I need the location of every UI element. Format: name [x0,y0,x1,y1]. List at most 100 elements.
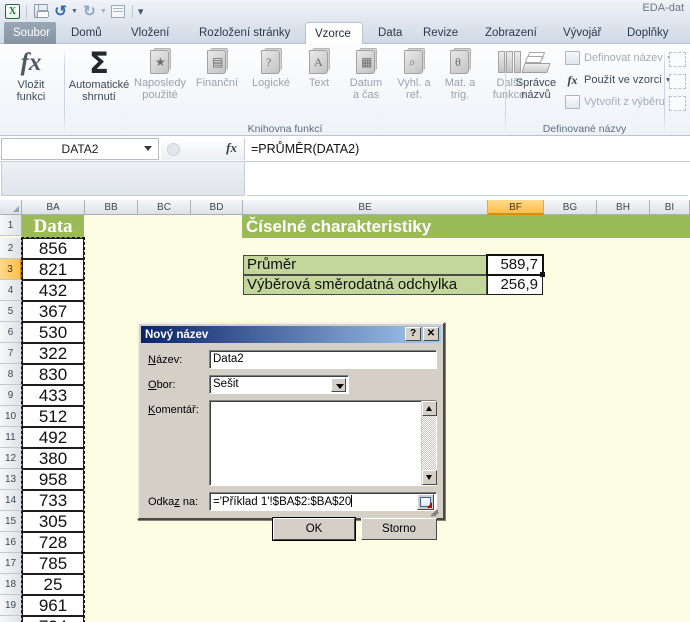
financial-button[interactable]: ▤ Finanční [190,48,244,90]
cell-BA11[interactable]: 492 [22,427,84,448]
comment-scrollbar[interactable] [421,401,437,485]
math-trig-button[interactable]: θ Mat. a trig. [438,48,482,101]
section-title-band[interactable]: Číselné charakteristiky [242,215,690,238]
resize-grip[interactable] [429,504,441,517]
text-button[interactable]: A Text [298,48,340,90]
comment-textarea[interactable] [209,400,437,486]
tab-soubor[interactable]: Soubor [4,22,56,44]
undo-dropdown-icon[interactable]: ▼ [71,8,78,15]
recently-used-button[interactable]: ★ Naposledy použité [132,48,188,101]
redo-icon[interactable]: ↻ [81,3,98,20]
row-header-17[interactable]: 17 [0,553,22,574]
cell-BA8[interactable]: 830 [22,364,84,385]
column-header-BH[interactable]: BH [597,200,650,215]
column-header-BI[interactable]: BI [650,200,690,215]
name-input[interactable]: Data2 [209,350,437,369]
cell-BA18[interactable]: 25 [22,574,84,595]
tab-doplnky[interactable]: Doplňky [618,22,678,44]
lookup-reference-button[interactable]: ⌕ Vyhl. a ref. [392,48,436,101]
refers-to-input[interactable]: ='Příklad 1'!$BA$2:$BA$20 [209,492,437,511]
date-time-button[interactable]: ▦ Datum a čas [342,48,390,101]
cell-BA7[interactable]: 322 [22,343,84,364]
column-header-BE[interactable]: BE [243,200,488,215]
remove-arrows-icon[interactable] [669,96,686,111]
row-header-12[interactable]: 12 [0,448,22,469]
use-in-formula-button[interactable]: fx Použít ve vzorci ▼ [565,73,672,87]
define-name-button[interactable]: Definovat název ▼ [565,51,673,65]
stat-value-prumer[interactable]: 589,7 [487,255,543,275]
cell-BA15[interactable]: 305 [22,511,84,532]
cancel-button[interactable]: Storno [361,518,437,540]
cell-BA6[interactable]: 530 [22,322,84,343]
insert-function-button[interactable]: fx Vložit funkci [2,48,60,103]
cell-BA3[interactable]: 821 [22,259,84,280]
ok-button[interactable]: OK [273,518,355,540]
name-manager-button[interactable]: Správce názvů [509,48,563,101]
row-header-14[interactable]: 14 [0,490,22,511]
cell-BA4[interactable]: 432 [22,280,84,301]
scope-select[interactable]: Sešit [209,375,349,394]
tab-zobrazeni[interactable]: Zobrazení [476,22,546,44]
insert-function-icon[interactable]: fx [226,140,237,156]
cell-BA17[interactable]: 785 [22,553,84,574]
trace-dependents-icon[interactable] [669,74,686,89]
column-header-BG[interactable]: BG [544,200,597,215]
row-header-11[interactable]: 11 [0,427,22,448]
row-header-18[interactable]: 18 [0,574,22,595]
cell-BA9[interactable]: 433 [22,385,84,406]
cell-BA14[interactable]: 733 [22,490,84,511]
row-header-15[interactable]: 15 [0,511,22,532]
row-header-13[interactable]: 13 [0,469,22,490]
row-header-4[interactable]: 4 [0,280,22,301]
table-icon[interactable] [110,3,127,20]
row-header-6[interactable]: 6 [0,322,22,343]
row-header-9[interactable]: 9 [0,385,22,406]
row-header-10[interactable]: 10 [0,406,22,427]
autosum-button[interactable]: Σ Automatické shrnutí [68,48,130,103]
tab-data[interactable]: Data [369,22,411,44]
dialog-title-bar[interactable]: Nový název ? ✕ [141,326,441,343]
cell-BA16[interactable]: 728 [22,532,84,553]
cell-BA5[interactable]: 367 [22,301,84,322]
close-icon[interactable]: ✕ [423,327,439,341]
customize-qat-icon[interactable]: ▾ [138,5,144,18]
stat-value-smerodatna-odchylka[interactable]: 256,9 [487,275,543,295]
row-header-16[interactable]: 16 [0,532,22,553]
row-header-2[interactable]: 2 [0,238,22,259]
scroll-up-icon[interactable] [422,401,437,416]
column-header-BD[interactable]: BD [191,200,243,215]
create-from-selection-button[interactable]: Vytvořit z výběru [565,95,665,109]
help-icon[interactable]: ? [405,327,421,341]
cell-BA2[interactable]: 856 [22,238,84,259]
save-icon[interactable] [32,3,49,20]
select-all-corner[interactable] [0,200,22,215]
column-header-BC[interactable]: BC [138,200,191,215]
row-header-19[interactable]: 19 [0,595,22,616]
row-header-1[interactable]: 1 [0,215,22,236]
cell-BA20[interactable]: 734 [22,616,84,622]
column-header-BB[interactable]: BB [85,200,138,215]
row-header-3[interactable]: 3 [0,259,22,280]
name-box-dropdown-icon[interactable] [144,146,152,151]
name-box[interactable]: DATA2 [1,138,159,160]
cell-BA13[interactable]: 958 [22,469,84,490]
column-header-BA[interactable]: BA [22,200,85,215]
cell-BA12[interactable]: 380 [22,448,84,469]
tab-vlozeni[interactable]: Vložení [122,22,178,44]
formula-input[interactable]: =PRŮMĚR(DATA2) [247,138,688,160]
row-header-5[interactable]: 5 [0,301,22,322]
cell-BA1-data-header[interactable]: Data [22,215,84,238]
cell-BA10[interactable]: 512 [22,406,84,427]
stat-label-prumer[interactable]: Průměr [243,255,487,275]
row-header-20[interactable]: 20 [0,616,22,622]
tab-rozlozeni-stranky[interactable]: Rozložení stránky [190,22,299,44]
column-header-BF[interactable]: BF [488,200,544,215]
scroll-down-icon[interactable] [422,470,437,485]
undo-icon[interactable]: ↺ [52,3,69,20]
logical-button[interactable]: ? Logické [246,48,296,90]
tab-vzorce[interactable]: Vzorce [305,22,363,45]
stat-label-smerodatna-odchylka[interactable]: Výběrová směrodatná odchylka [243,275,487,295]
tab-domu[interactable]: Domů [62,22,111,44]
redo-dropdown-icon[interactable]: ▼ [100,8,107,15]
tab-vyvojar[interactable]: Vývojář [554,22,610,44]
